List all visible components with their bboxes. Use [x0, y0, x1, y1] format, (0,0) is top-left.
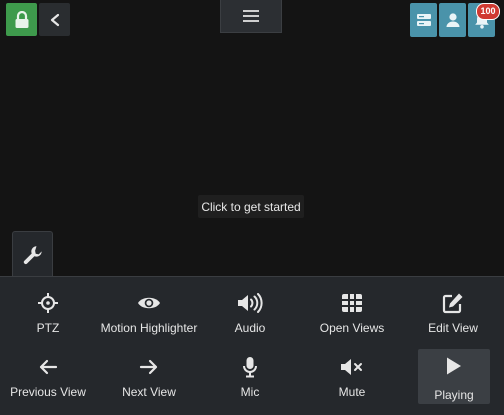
user-icon: [446, 13, 459, 27]
mic-button[interactable]: Mic: [200, 343, 300, 399]
microphone-icon: [243, 356, 257, 377]
lock-button[interactable]: [6, 3, 37, 36]
play-icon: [447, 357, 461, 375]
arrow-left-icon: [39, 359, 58, 374]
chevron-left-icon: [50, 13, 59, 26]
motion-highlighter-button[interactable]: Motion Highlighter: [99, 279, 199, 335]
menu-button[interactable]: [220, 0, 282, 33]
notification-count-badge: 100: [476, 3, 500, 20]
previous-view-label: Previous View: [10, 385, 86, 399]
back-button[interactable]: [39, 3, 70, 36]
user-button[interactable]: [439, 3, 466, 37]
playing-label: Playing: [434, 388, 474, 402]
next-view-button[interactable]: Next View: [99, 343, 199, 399]
edit-view-button[interactable]: Edit View: [403, 279, 503, 335]
mute-button[interactable]: Mute: [302, 343, 402, 399]
server-button[interactable]: [410, 3, 437, 37]
audio-button[interactable]: Audio: [200, 279, 300, 335]
previous-view-button[interactable]: Previous View: [0, 343, 98, 399]
tools-tab[interactable]: [12, 231, 53, 277]
edit-view-label: Edit View: [428, 321, 478, 335]
get-started-prompt[interactable]: Click to get started: [198, 195, 304, 218]
playing-button[interactable]: Playing: [418, 349, 490, 404]
server-icon: [416, 14, 431, 26]
lock-icon: [15, 10, 28, 28]
ptz-button[interactable]: PTZ: [0, 279, 98, 335]
top-bar: 100: [0, 0, 504, 40]
mute-label: Mute: [338, 385, 366, 399]
speaker-icon: [238, 292, 263, 313]
ptz-label: PTZ: [36, 321, 60, 335]
grid-icon: [342, 293, 362, 312]
open-views-button[interactable]: Open Views: [302, 279, 402, 335]
mute-icon: [341, 358, 362, 375]
control-panel: PTZ Motion Highlighter Audio Open Views …: [0, 276, 504, 415]
eye-icon: [138, 297, 160, 308]
motion-highlighter-label: Motion Highlighter: [100, 321, 198, 335]
mic-label: Mic: [240, 385, 260, 399]
audio-label: Audio: [234, 321, 266, 335]
wrench-icon: [23, 245, 42, 264]
arrow-right-icon: [139, 359, 158, 374]
edit-icon: [442, 293, 463, 314]
ptz-crosshair-icon: [38, 292, 58, 313]
open-views-label: Open Views: [319, 321, 385, 335]
next-view-label: Next View: [122, 385, 176, 399]
hamburger-icon: [243, 10, 259, 22]
